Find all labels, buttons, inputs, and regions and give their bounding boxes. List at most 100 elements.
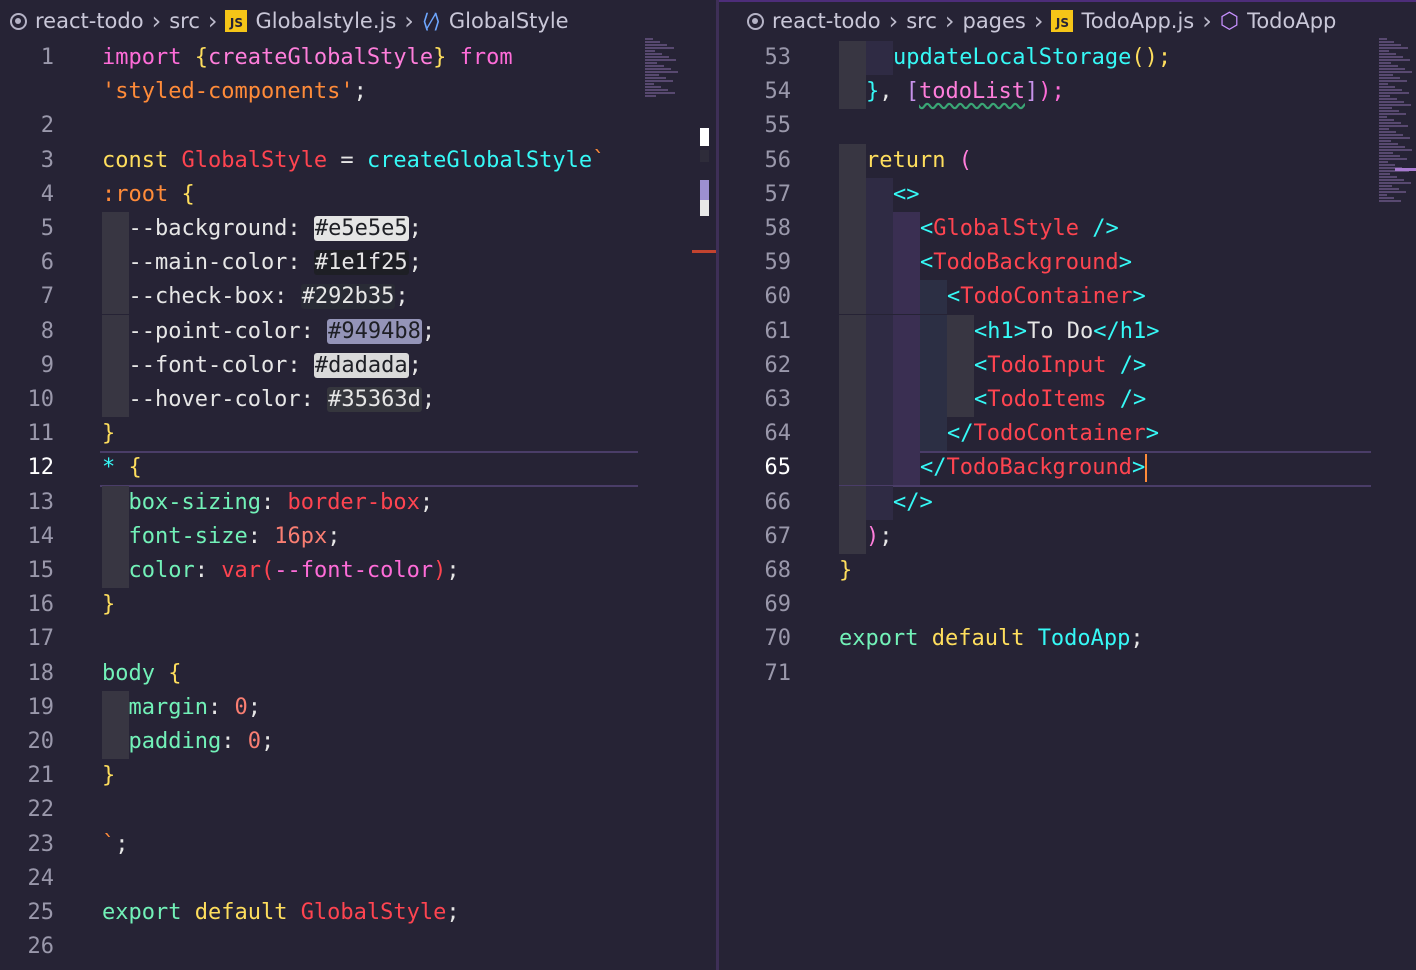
code-text[interactable]: color: var(--font-color); bbox=[102, 554, 459, 588]
code-text[interactable]: <TodoInput /> bbox=[974, 349, 1146, 383]
code-line[interactable]: 1 import {createGlobalStyle} from bbox=[0, 41, 716, 75]
code-line[interactable]: 19 margin: 0; bbox=[0, 690, 716, 725]
code-line[interactable]: 9 --font-color: #dadada; bbox=[0, 348, 716, 383]
code-text[interactable]: --hover-color: #35363d; bbox=[102, 383, 435, 417]
code-text[interactable]: 'styled-components'; bbox=[102, 75, 367, 109]
code-line[interactable]: 68} bbox=[719, 554, 1416, 588]
code-text[interactable]: export default TodoApp; bbox=[839, 622, 1144, 656]
code-line[interactable]: 61 <h1>To Do</h1> bbox=[719, 314, 1416, 349]
code-text[interactable]: :root { bbox=[102, 178, 195, 212]
breadcrumb-folder[interactable]: src bbox=[906, 9, 937, 33]
code-line[interactable]: 16} bbox=[0, 588, 716, 622]
code-line[interactable]: 71 bbox=[719, 657, 1416, 691]
breadcrumb-file[interactable]: TodoApp.js bbox=[1081, 9, 1194, 33]
breadcrumb-symbol[interactable]: GlobalStyle bbox=[449, 9, 569, 33]
code-line[interactable]: 13 box-sizing: border-box; bbox=[0, 485, 716, 520]
code-line[interactable]: 24 bbox=[0, 862, 716, 896]
code-text[interactable]: `; bbox=[102, 828, 129, 862]
code-line[interactable]: 12 * { bbox=[0, 451, 716, 488]
code-text[interactable]: } bbox=[839, 554, 852, 588]
code-line[interactable]: 70 export default TodoApp; bbox=[719, 622, 1416, 656]
code-text[interactable]: import {createGlobalStyle} from bbox=[102, 41, 513, 75]
code-line[interactable]: 5 --background: #e5e5e5; bbox=[0, 212, 716, 246]
code-line[interactable]: 58 <GlobalStyle /> bbox=[719, 212, 1416, 246]
code-line[interactable]: 59 <TodoBackground> bbox=[719, 246, 1416, 281]
code-line[interactable]: 2 bbox=[0, 109, 716, 143]
code-line[interactable]: 7 --check-box: #292b35; bbox=[0, 280, 716, 315]
breadcrumb-project[interactable]: react-todo bbox=[35, 9, 144, 33]
left-editor-pane[interactable]: react-todo › src › JS Globalstyle.js › ⟨… bbox=[0, 0, 716, 970]
code-text[interactable]: --check-box: #292b35; bbox=[102, 280, 409, 314]
code-text[interactable]: --background: #e5e5e5; bbox=[102, 212, 422, 246]
code-text[interactable]: </> bbox=[893, 486, 933, 520]
code-text[interactable]: <TodoBackground> bbox=[920, 246, 1132, 280]
scrollbar[interactable] bbox=[700, 128, 709, 236]
code-text[interactable]: font-size: 16px; bbox=[102, 520, 340, 554]
minimap[interactable] bbox=[645, 38, 685, 98]
code-text[interactable]: padding: 0; bbox=[102, 725, 274, 759]
code-line[interactable]: 55 bbox=[719, 109, 1416, 143]
code-text[interactable]: body { bbox=[102, 657, 181, 691]
code-line[interactable]: 21} bbox=[0, 759, 716, 793]
code-line[interactable]: 56 return ( bbox=[719, 143, 1416, 178]
code-text[interactable]: return ( bbox=[866, 144, 972, 178]
code-text[interactable]: <TodoContainer> bbox=[947, 280, 1146, 314]
code-text[interactable]: box-sizing: border-box; bbox=[102, 486, 433, 520]
code-text[interactable]: } bbox=[102, 759, 115, 793]
code-line[interactable]: 3 const GlobalStyle = createGlobalStyle` bbox=[0, 144, 716, 178]
code-line[interactable]: 64 </TodoContainer> bbox=[719, 417, 1416, 452]
code-line[interactable]: 4:root { bbox=[0, 178, 716, 212]
code-text[interactable]: </TodoBackground> bbox=[920, 451, 1148, 485]
code-text[interactable]: } bbox=[102, 417, 115, 451]
code-line[interactable]: 53 updateLocalStorage(); bbox=[719, 41, 1416, 75]
code-line[interactable]: 6 --main-color: #1e1f25; bbox=[0, 246, 716, 281]
breadcrumb-symbol[interactable]: TodoApp bbox=[1247, 9, 1336, 33]
code-text[interactable]: <TodoItems /> bbox=[974, 383, 1146, 417]
code-text[interactable]: } bbox=[102, 588, 115, 622]
code-line[interactable]: 63 <TodoItems /> bbox=[719, 383, 1416, 417]
code-text[interactable]: --main-color: #1e1f25; bbox=[102, 246, 422, 280]
code-line[interactable]: 60 <TodoContainer> bbox=[719, 280, 1416, 315]
code-text[interactable]: <h1>To Do</h1> bbox=[974, 315, 1159, 349]
code-text[interactable]: --point-color: #9494b8; bbox=[102, 315, 435, 349]
code-line[interactable]: 25 export default GlobalStyle; bbox=[0, 896, 716, 930]
minimap-line bbox=[645, 62, 657, 64]
code-text[interactable]: ); bbox=[866, 520, 893, 554]
code-line[interactable]: 'styled-components'; bbox=[0, 75, 716, 109]
code-line[interactable]: 66 </> bbox=[719, 485, 1416, 520]
code-text[interactable]: </TodoContainer> bbox=[947, 417, 1159, 451]
code-line[interactable]: 22 bbox=[0, 793, 716, 827]
code-line[interactable]: 18 body { bbox=[0, 657, 716, 691]
code-text[interactable]: --font-color: #dadada; bbox=[102, 349, 422, 383]
code-line[interactable]: 20 padding: 0; bbox=[0, 725, 716, 759]
code-text[interactable]: <GlobalStyle /> bbox=[920, 212, 1119, 246]
code-line[interactable]: 69 bbox=[719, 588, 1416, 622]
code-line[interactable]: 15 color: var(--font-color); bbox=[0, 554, 716, 588]
breadcrumb-folder[interactable]: src bbox=[169, 9, 200, 33]
breadcrumb-file[interactable]: Globalstyle.js bbox=[255, 9, 396, 33]
code-line[interactable]: 67); bbox=[719, 519, 1416, 554]
code-text[interactable]: margin: 0; bbox=[102, 691, 260, 725]
code-line[interactable]: 14 font-size: 16px; bbox=[0, 519, 716, 554]
code-line[interactable]: 65 </TodoBackground> bbox=[719, 451, 1416, 488]
minimap[interactable] bbox=[1379, 38, 1416, 203]
code-line[interactable]: 17 bbox=[0, 622, 716, 656]
code-line[interactable]: 10 --hover-color: #35363d; bbox=[0, 383, 716, 417]
code-token: border-box bbox=[287, 489, 420, 515]
right-editor-pane[interactable]: react-todo › src › pages › JS TodoApp.js… bbox=[719, 0, 1416, 970]
code-text[interactable]: }, [todoList]); bbox=[866, 75, 1065, 109]
code-line[interactable]: 62 <TodoInput /> bbox=[719, 348, 1416, 383]
code-text[interactable]: <> bbox=[893, 178, 920, 212]
code-line[interactable]: 11} bbox=[0, 417, 716, 451]
code-line[interactable]: 26 bbox=[0, 930, 716, 964]
code-text[interactable]: export default GlobalStyle; bbox=[102, 896, 460, 930]
breadcrumb-folder[interactable]: pages bbox=[962, 9, 1025, 33]
code-line[interactable]: 23 `; bbox=[0, 828, 716, 862]
code-text[interactable]: * { bbox=[102, 451, 142, 485]
breadcrumb-project[interactable]: react-todo bbox=[772, 9, 881, 33]
code-line[interactable]: 54}, [todoList]); bbox=[719, 75, 1416, 110]
code-line[interactable]: 57 <> bbox=[719, 177, 1416, 212]
code-text[interactable]: updateLocalStorage(); bbox=[893, 41, 1171, 75]
code-line[interactable]: 8 --point-color: #9494b8; bbox=[0, 314, 716, 349]
code-text[interactable]: const GlobalStyle = createGlobalStyle` bbox=[102, 144, 605, 178]
